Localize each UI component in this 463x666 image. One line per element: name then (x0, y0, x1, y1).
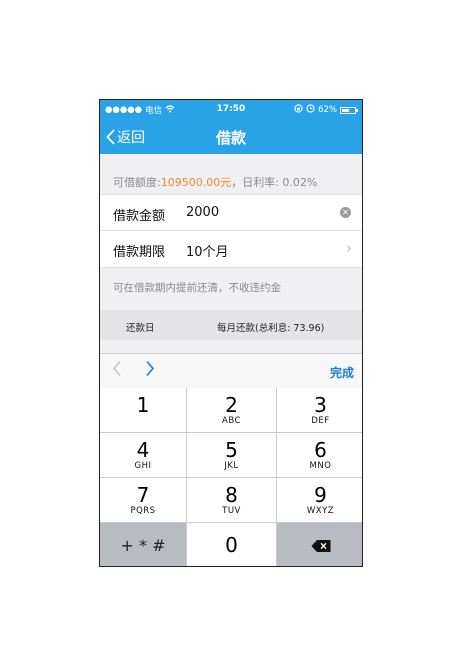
credit-label: 可借额度: (113, 176, 161, 189)
symbol-key-label: + * # (120, 536, 166, 555)
credit-info: 可借额度:109500.00元，日利率: 0.02% (100, 154, 362, 194)
status-bar: ●●●●● 电信 17:50 62% (100, 100, 362, 120)
key-digit: 9 (314, 483, 327, 507)
previous-field-icon[interactable] (112, 360, 122, 382)
battery-percent: 62% (318, 105, 337, 115)
key-3[interactable]: 3 DEF (277, 388, 362, 433)
nav-bar: 返回 借款 (100, 120, 362, 154)
backspace-key[interactable] (277, 523, 362, 566)
next-field-icon[interactable] (145, 360, 155, 382)
loan-term-row[interactable]: 借款期限 10个月 › (100, 230, 362, 268)
key-digit: 1 (136, 393, 150, 417)
key-letters: WXYZ (306, 506, 335, 516)
loan-amount-label: 借款金额 (113, 209, 166, 224)
battery-fill (342, 108, 350, 112)
key-digit: 8 (225, 483, 238, 507)
backspace-icon (311, 539, 330, 552)
daily-rate: ，日利率: 0.02% (231, 176, 318, 189)
key-digit: 7 (136, 483, 150, 507)
symbol-key[interactable]: + * # (100, 523, 187, 566)
key-0[interactable]: 0 (187, 523, 277, 566)
key-7[interactable]: 7 PQRS (100, 478, 187, 523)
key-letters: GHI (134, 461, 152, 471)
clear-icon[interactable]: ✕ (340, 207, 351, 218)
phone-screen: ●●●●● 电信 17:50 62% 返回 借款 可借额度:109500.00元… (99, 99, 363, 567)
done-button[interactable]: 完成 (330, 364, 354, 381)
key-digit: 0 (225, 533, 238, 557)
credit-info-text: 可借额度:109500.00元，日利率: 0.02% (113, 174, 317, 190)
rotation-lock-icon (294, 104, 303, 116)
repayment-header: 还款日 每月还款(总利息: 73.96) (100, 310, 362, 340)
key-digit: 5 (225, 438, 238, 462)
key-digit: 3 (314, 393, 327, 417)
key-letters: TUV (222, 506, 241, 516)
monthly-payment-header: 每月还款(总利息: 73.96) (217, 323, 325, 334)
status-right: 62% (294, 104, 358, 116)
repayment-date-header: 还款日 (126, 323, 155, 334)
alarm-icon (306, 104, 315, 116)
loan-amount-input[interactable]: 2000 (186, 205, 219, 220)
loan-term-label: 借款期限 (113, 245, 166, 260)
page-title: 借款 (215, 129, 246, 147)
loan-amount-row[interactable]: 借款金额 2000 ✕ (100, 194, 362, 231)
keyboard-toolbar: 完成 (100, 353, 362, 389)
chevron-right-icon: › (346, 239, 352, 257)
key-letters: DEF (311, 416, 330, 426)
credit-amount: 109500.00元 (160, 176, 232, 189)
key-digit: 2 (225, 393, 238, 417)
key-9[interactable]: 9 WXYZ (277, 478, 362, 523)
key-5[interactable]: 5 JKL (187, 433, 277, 478)
key-6[interactable]: 6 MNO (277, 433, 362, 478)
key-digit: 4 (136, 438, 150, 462)
key-2[interactable]: 2 ABC (187, 388, 277, 433)
number-keypad: 1 2 ABC 3 DEF 4 GHI 5 JKL 6 MNO 7 PQRS 8 TUV 9W… (100, 388, 362, 566)
key-digit: 6 (314, 438, 327, 462)
key-letters: ABC (222, 416, 241, 426)
key-8[interactable]: 8 TUV (187, 478, 277, 523)
key-letters: MNO (309, 461, 332, 471)
key-letters: JKL (224, 461, 239, 471)
key-4[interactable]: 4 GHI (100, 433, 187, 478)
prepay-note: 可在借款期内提前还清，不收违约金 (113, 282, 281, 294)
loan-term-value: 10个月 (186, 245, 229, 260)
key-1[interactable]: 1 (100, 388, 187, 433)
battery-icon (340, 106, 358, 114)
key-letters: PQRS (130, 506, 156, 516)
